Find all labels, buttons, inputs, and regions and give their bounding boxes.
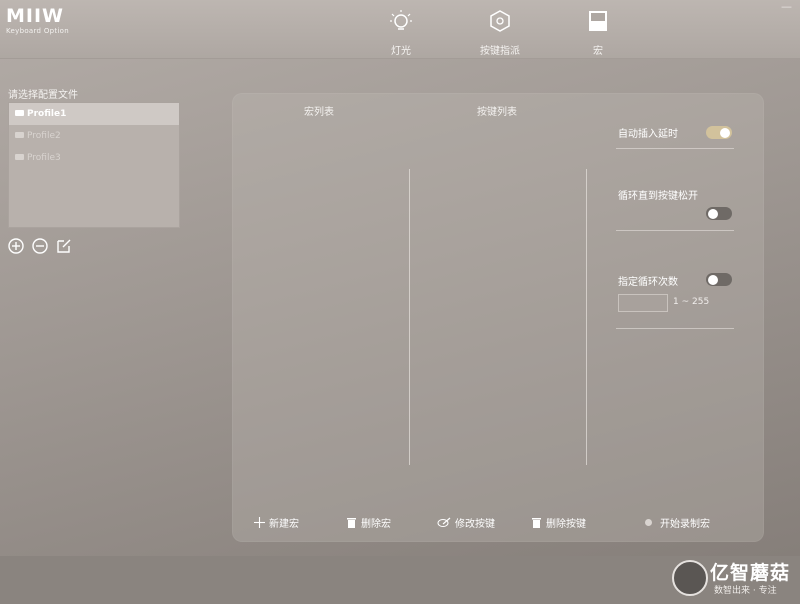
record-macro-button[interactable]: 开始录制宏 <box>645 515 710 530</box>
loop-until-release-label: 循环直到按键松开 <box>618 191 698 202</box>
plus-icon <box>254 517 265 528</box>
new-macro-button[interactable]: 新建宏 <box>254 515 299 530</box>
loop-count-range: 1 ~ 255 <box>673 297 710 307</box>
edit-key-button[interactable]: 修改按键 <box>437 515 495 530</box>
folder-icon <box>15 154 24 160</box>
delete-key-button[interactable]: 删除按键 <box>531 515 586 530</box>
brand-wordmark: MIIW <box>6 5 65 27</box>
profile-tools <box>8 238 72 254</box>
delete-key-label: 删除按键 <box>546 519 586 530</box>
macro-list-divider <box>409 169 410 465</box>
top-bar: MIIW Keyboard Option 灯光 按键指派 宏 — <box>0 0 800 59</box>
edit-key-label: 修改按键 <box>455 519 495 530</box>
profile-item-2[interactable]: Profile2 <box>9 125 179 147</box>
remove-profile-icon[interactable] <box>32 238 48 254</box>
brand-logo: MIIW Keyboard Option <box>6 6 69 35</box>
folder-icon <box>15 110 24 116</box>
loop-count-label: 指定循环次数 <box>618 277 678 288</box>
auto-delay-label: 自动插入延时 <box>618 129 678 140</box>
profile-item-label: Profile1 <box>27 109 67 119</box>
record-dot-icon <box>645 519 652 526</box>
option-divider <box>616 148 734 149</box>
tab-key-assign[interactable]: 按键指派 <box>460 8 540 57</box>
delete-macro-label: 删除宏 <box>361 519 391 530</box>
tab-lighting-label: 灯光 <box>391 46 411 57</box>
tab-key-assign-label: 按键指派 <box>480 46 520 57</box>
profile-item-label: Profile2 <box>27 131 61 141</box>
trash-icon <box>532 518 541 528</box>
tab-macro[interactable]: 宏 <box>558 8 638 57</box>
key-list-divider <box>586 169 587 465</box>
profile-item-1[interactable]: Profile1 <box>9 103 179 125</box>
watermark-subtitle: 数智出来 · 专注 <box>714 586 777 596</box>
edit-key-icon <box>437 517 451 527</box>
record-macro-label: 开始录制宏 <box>660 519 710 530</box>
profile-item-label: Profile3 <box>27 153 61 163</box>
brand-subtitle: Keyboard Option <box>6 27 69 35</box>
macro-list-header: 宏列表 <box>304 107 334 118</box>
profiles-title: 请选择配置文件 <box>8 90 78 101</box>
auto-delay-toggle[interactable] <box>706 126 732 139</box>
tab-lighting[interactable]: 灯光 <box>361 8 441 57</box>
tab-macro-label: 宏 <box>593 46 603 57</box>
loop-count-input[interactable] <box>618 294 668 312</box>
profile-list: Profile1 Profile2 Profile3 <box>8 102 180 228</box>
new-macro-label: 新建宏 <box>269 519 299 530</box>
edit-profile-icon[interactable] <box>56 238 72 254</box>
key-list-header: 按键列表 <box>477 107 517 118</box>
hexagon-icon <box>490 10 510 32</box>
loop-until-release-toggle[interactable] <box>706 207 732 220</box>
minimize-button[interactable]: — <box>781 0 792 13</box>
light-bulb-icon <box>390 10 412 30</box>
delete-macro-button[interactable]: 删除宏 <box>346 515 391 530</box>
trash-icon <box>347 518 356 528</box>
watermark: 亿智蘑菇 数智出来 · 专注 <box>670 556 792 600</box>
mushroom-logo-icon <box>672 560 708 596</box>
option-divider <box>616 328 734 329</box>
macro-panel: 宏列表 按键列表 自动插入延时 循环直到按键松开 指定循环次数 1 ~ 255 … <box>232 93 764 542</box>
macro-icon <box>589 11 607 31</box>
option-divider <box>616 230 734 231</box>
folder-icon <box>15 132 24 138</box>
loop-count-toggle[interactable] <box>706 273 732 286</box>
watermark-title: 亿智蘑菇 <box>710 562 791 584</box>
profile-item-3[interactable]: Profile3 <box>9 147 179 169</box>
add-profile-icon[interactable] <box>8 238 24 254</box>
